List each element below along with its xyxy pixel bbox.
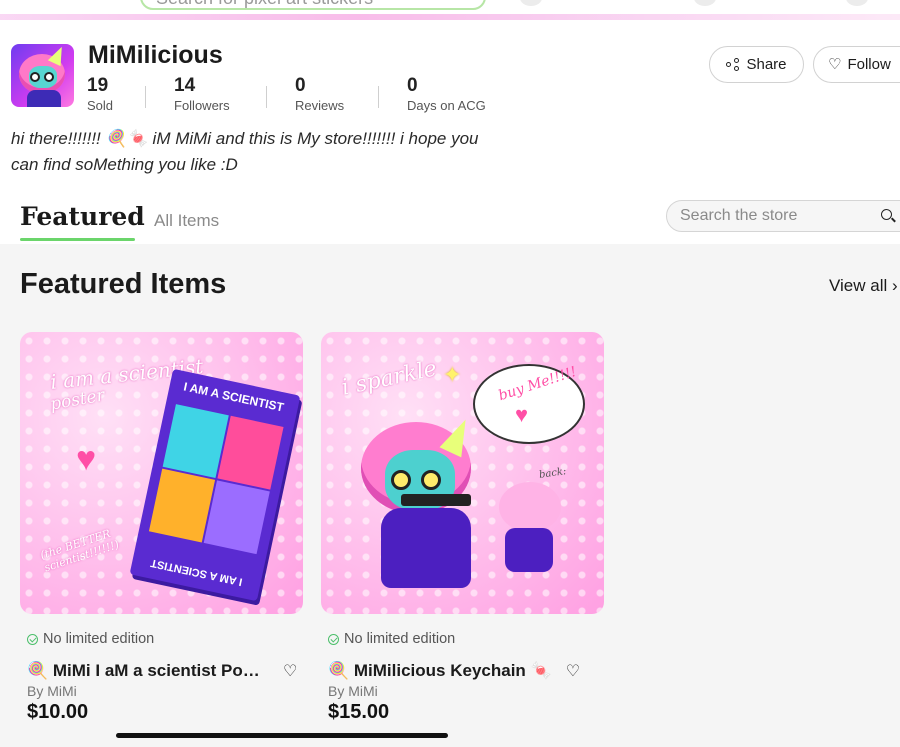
bio-line: hi there!!!!!!! 🍭🍬 iM MiMi and this is M… (11, 129, 479, 148)
product-price: $15.00 (328, 701, 390, 723)
top-gradient-strip (0, 14, 900, 20)
featured-section: Featured Items View all › i am a scienti… (0, 244, 900, 747)
product-title[interactable]: 🍭 MiMi I aM a scientist Poster (27, 661, 269, 681)
product-title[interactable]: 🍭 MiMilicious Keychain 🍬 (328, 661, 552, 681)
limited-edition-label: No limited edition (344, 631, 456, 647)
product-price: $10.00 (27, 701, 89, 723)
store-page: Search for pixel art stickers MiMiliciou… (0, 0, 900, 747)
store-stats: 19 Sold 14 Followers 0 Reviews 0 Days on… (87, 76, 507, 116)
favorite-heart-icon[interactable]: ♡ (283, 661, 297, 681)
product-seller[interactable]: By MiMi (328, 683, 604, 699)
stat-label: Reviews (295, 98, 345, 113)
limited-edition-label: No limited edition (43, 631, 155, 647)
product-seller[interactable]: By MiMi (27, 683, 303, 699)
limited-edition-status: No limited edition (27, 631, 303, 647)
speech-bubble: buy Me!!!!! ♥ (473, 364, 585, 444)
stat-divider (378, 86, 379, 108)
product-image[interactable]: i sparkle ✦ buy Me!!!!! ♥ back: (321, 332, 604, 614)
store-name: MiMilicious (88, 41, 223, 69)
stat-followers[interactable]: 14 Followers (174, 76, 266, 116)
follow-button[interactable]: ♡ Follow (813, 46, 900, 83)
favorite-heart-icon[interactable]: ♡ (566, 661, 580, 681)
follow-label: Follow (847, 56, 891, 73)
active-tab-indicator (20, 238, 135, 241)
store-bio: hi there!!!!!!! 🍭🍬 iM MiMi and this is M… (11, 126, 551, 178)
stat-value: 14 (174, 75, 196, 96)
nav-avatar-icon[interactable] (694, 0, 716, 6)
share-button[interactable]: Share (709, 46, 804, 83)
global-search-placeholder: Search for pixel art stickers (156, 0, 373, 9)
product-title-row: 🍭 MiMilicious Keychain 🍬 ♡ (328, 661, 603, 681)
stat-value: 0 (407, 75, 418, 96)
stat-label: Followers (174, 98, 230, 113)
store-search-box (666, 200, 900, 232)
heart-icon: ♥ (515, 402, 529, 427)
global-search-input[interactable]: Search for pixel art stickers (140, 0, 486, 10)
top-navbar: Search for pixel art stickers (0, 0, 900, 22)
tab-featured[interactable]: Featured (20, 202, 145, 231)
share-label: Share (746, 56, 787, 73)
view-all-link[interactable]: View all › (829, 276, 898, 296)
stat-value: 0 (295, 75, 306, 96)
stat-sold: 19 Sold (87, 76, 145, 116)
tab-all-items[interactable]: All Items (154, 211, 219, 231)
home-indicator (116, 733, 448, 738)
nav-icon[interactable] (520, 0, 542, 6)
section-title: Featured Items (20, 268, 227, 300)
product-card[interactable]: i am a scientist poster I AM A SCIENTIST… (20, 332, 303, 724)
check-circle-icon (328, 633, 339, 645)
stat-reviews[interactable]: 0 Reviews (295, 76, 378, 116)
stat-label: Sold (87, 98, 114, 113)
stat-divider (145, 86, 146, 108)
stat-label: Days on ACG (407, 98, 486, 113)
product-title-row: 🍭 MiMi I aM a scientist Poster ♡ (27, 661, 302, 681)
check-circle-icon (27, 633, 38, 645)
bio-line: can find soMething you like :D (11, 155, 238, 174)
bubble-text: buy Me!!!!! (496, 363, 579, 405)
stat-divider (266, 86, 267, 108)
store-header: MiMilicious 19 Sold 14 Followers 0 Revie… (0, 22, 900, 244)
heart-icon: ♥ (76, 440, 97, 478)
sparkle-icon: ✦ (443, 362, 462, 387)
limited-edition-status: No limited edition (328, 631, 604, 647)
search-icon[interactable] (881, 209, 892, 220)
view-all-label: View all (829, 276, 888, 295)
store-avatar (11, 44, 74, 107)
stat-value: 19 (87, 75, 109, 96)
store-search-input[interactable] (680, 205, 870, 227)
product-image[interactable]: i am a scientist poster I AM A SCIENTIST… (20, 332, 303, 614)
stat-days: 0 Days on ACG (407, 76, 507, 116)
nav-icon[interactable] (846, 0, 868, 6)
product-card[interactable]: i sparkle ✦ buy Me!!!!! ♥ back: No limit… (321, 332, 604, 724)
heart-icon: ♡ (828, 56, 842, 73)
share-icon (726, 57, 740, 72)
